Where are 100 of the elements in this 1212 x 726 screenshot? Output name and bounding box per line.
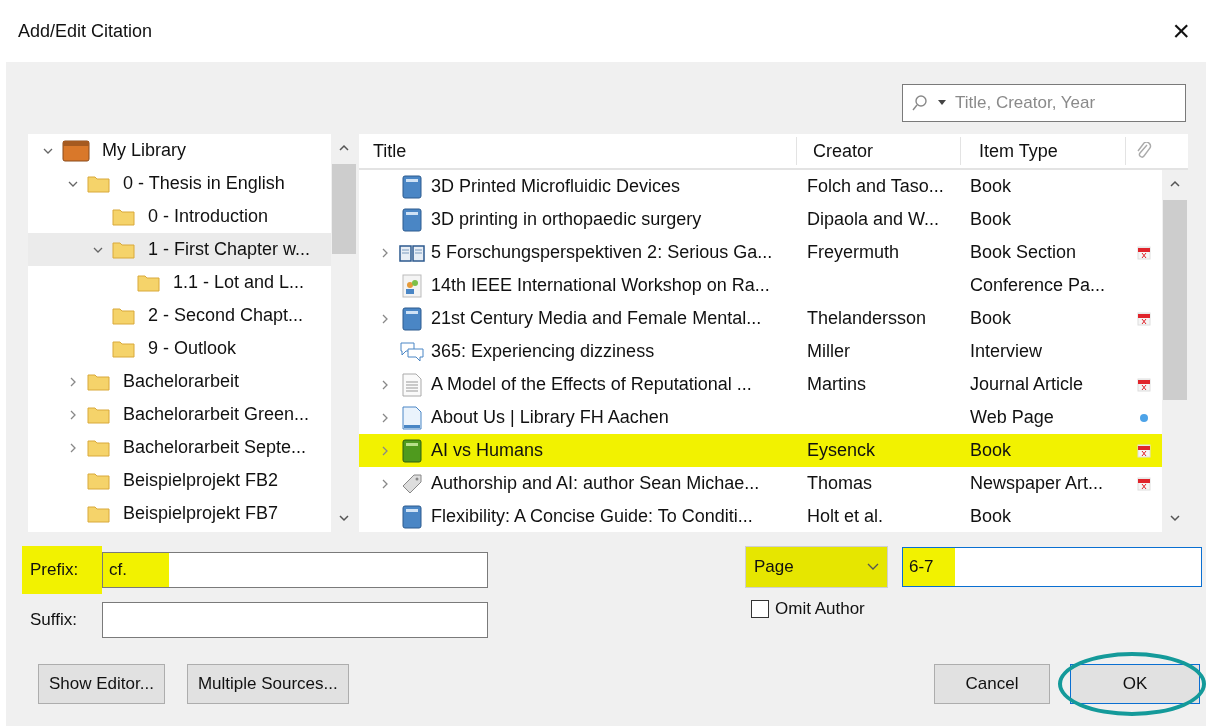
search-icon (911, 94, 929, 112)
page-dropdown[interactable]: Page (745, 546, 888, 588)
table-cell: Book Section (970, 242, 1077, 262)
tree-item[interactable]: Bachelorarbeit Septe... (28, 431, 331, 464)
table-row[interactable]: AI vs Humans Eysenck Book (359, 434, 1162, 467)
table-cell: Interview (970, 341, 1043, 361)
table-cell-text: 21st Century Media and Female Mental... (430, 307, 763, 330)
people-icon (402, 273, 422, 298)
omit-author-checkbox[interactable]: Omit Author (751, 596, 1202, 622)
close-button[interactable]: × (1168, 16, 1194, 46)
tree-item[interactable]: 9 - Outlook (28, 332, 331, 365)
table-cell: Book (970, 209, 1012, 229)
table-cell: Eysenck (807, 440, 876, 460)
column-header[interactable]: Item Type (961, 137, 1126, 165)
suffix-label: Suffix: (29, 609, 78, 632)
table-cell: Book (970, 308, 1012, 328)
window-title: Add/Edit Citation (18, 19, 153, 43)
folder-icon (87, 438, 111, 457)
folder-icon (112, 207, 136, 226)
table-cell-text: 3D printing in orthopaedic surgery (430, 208, 703, 231)
table-cell: Dipaola and W... (807, 209, 940, 229)
table-cell-text: Flexibility: A Concise Guide: To Conditi... (430, 505, 754, 528)
table-cell-text: 5 Forschungsperspektiven 2: Serious Ga... (430, 241, 774, 264)
table-cell: Thelandersson (807, 308, 927, 328)
folder-icon (87, 372, 111, 391)
search-input[interactable]: Title, Creator, Year (955, 90, 1177, 116)
open-book-icon (399, 242, 425, 263)
search-field[interactable]: Title, Creator, Year (902, 84, 1186, 122)
book-icon (402, 306, 422, 331)
dialog-button[interactable]: OK (1070, 664, 1200, 704)
table-cell-text: A Model of the Effects of Reputational ... (430, 373, 753, 396)
table-cell: Holt et al. (807, 506, 884, 526)
paperclip-icon (1136, 142, 1152, 160)
tree-item[interactable]: Bachelorarbeit (28, 365, 331, 398)
table-cell: Martins (807, 374, 866, 394)
book-icon (402, 438, 422, 463)
table-row[interactable]: 21st Century Media and Female Mental... Thelandersson Book (359, 302, 1162, 335)
tree-item[interactable]: 2 - Second Chapt... (28, 299, 331, 332)
table-row[interactable]: 3D printing in orthopaedic surgery Dipaola and W... Book (359, 203, 1162, 236)
page-field[interactable]: 6-7 (902, 547, 1202, 587)
document-icon (402, 372, 422, 397)
book-icon (402, 207, 422, 232)
table-row[interactable]: 5 Forschungsperspektiven 2: Serious Ga... Freyermuth Book Section (359, 236, 1162, 269)
table-cell-text: Authorship and AI: author Sean Michae... (430, 472, 761, 495)
book-icon (402, 174, 422, 199)
table-row[interactable]: 3D Printed Microfluidic Devices Folch and Taso... Book (359, 170, 1162, 203)
dialog-button[interactable]: Multiple Sources... (186, 664, 349, 704)
table-cell: Thomas (807, 473, 873, 493)
scrollbar-thumb[interactable] (1163, 200, 1187, 400)
scrollbar[interactable] (1162, 170, 1188, 532)
tree-item[interactable]: Beispielprojekt FB7 (28, 497, 331, 530)
scrollbar-thumb[interactable] (332, 164, 356, 254)
scroll-down-icon[interactable] (1169, 512, 1181, 524)
table-row[interactable]: 14th IEEE International Workshop on Ra... Conference Pa... (359, 269, 1162, 302)
page-input[interactable]: 6-7 (903, 554, 1201, 580)
table-row[interactable]: Flexibility: A Concise Guide: To Conditi... Holt et al. Book (359, 500, 1162, 532)
dialog-button[interactable]: Show Editor... (38, 664, 165, 704)
chevron-icon (867, 563, 879, 571)
tree-item[interactable]: My Library (28, 134, 331, 167)
table-row[interactable]: A Model of the Effects of Reputational ... Martins Journal Article (359, 368, 1162, 401)
tree-item[interactable]: 0 - Introduction (28, 200, 331, 233)
table-cell: Book (970, 506, 1012, 526)
dropdown-caret-icon[interactable] (937, 99, 947, 107)
table-cell: Book (970, 440, 1012, 460)
tree-item[interactable]: Beispielprojekt FB2 (28, 464, 331, 497)
folder-icon (112, 240, 136, 259)
tree-item[interactable]: 1.1 - Lot and L... (28, 266, 331, 299)
table-cell-text: 3D Printed Microfluidic Devices (430, 175, 682, 198)
table-cell: Folch and Taso... (807, 176, 944, 196)
tree-item[interactable]: Bachelorarbeit Green... (28, 398, 331, 431)
tree-item[interactable]: 1 - First Chapter w... (28, 233, 331, 266)
table-cell: Web Page (970, 407, 1054, 427)
table-row[interactable]: Authorship and AI: author Sean Michae... Thomas Newspaper Art... (359, 467, 1162, 500)
table-cell-text: 365: Experiencing dizziness (430, 340, 656, 363)
folder-icon (112, 306, 136, 325)
speech-bubbles-icon (399, 340, 425, 363)
column-header[interactable]: Title (359, 137, 797, 165)
page-icon (402, 405, 422, 430)
folder-icon (87, 405, 111, 424)
table-cell: Conference Pa... (970, 275, 1106, 295)
table-cell: Newspaper Art... (970, 473, 1104, 493)
scroll-down-icon[interactable] (338, 512, 350, 524)
table-cell: Miller (807, 341, 850, 361)
table-cell-text: 14th IEEE International Workshop on Ra... (430, 274, 771, 297)
suffix-field[interactable] (102, 602, 488, 638)
dialog-button[interactable]: Cancel (934, 664, 1050, 704)
prefix-label: Prefix: (22, 546, 102, 594)
folder-icon (137, 273, 161, 292)
table-cell: Book (970, 176, 1012, 196)
column-header[interactable]: Creator (797, 137, 961, 165)
table-row[interactable]: 365: Experiencing dizziness Miller Interview (359, 335, 1162, 368)
table-cell: Journal Article (970, 374, 1084, 394)
library-icon (62, 139, 90, 162)
tree-item[interactable]: 0 - Thesis in English (28, 167, 331, 200)
table-row[interactable]: About Us | Library FH Aachen Web Page (359, 401, 1162, 434)
folder-icon (112, 339, 136, 358)
folder-icon (87, 504, 111, 523)
folder-icon (87, 471, 111, 490)
book-icon (402, 504, 422, 529)
table-cell-text: About Us | Library FH Aachen (430, 406, 670, 429)
